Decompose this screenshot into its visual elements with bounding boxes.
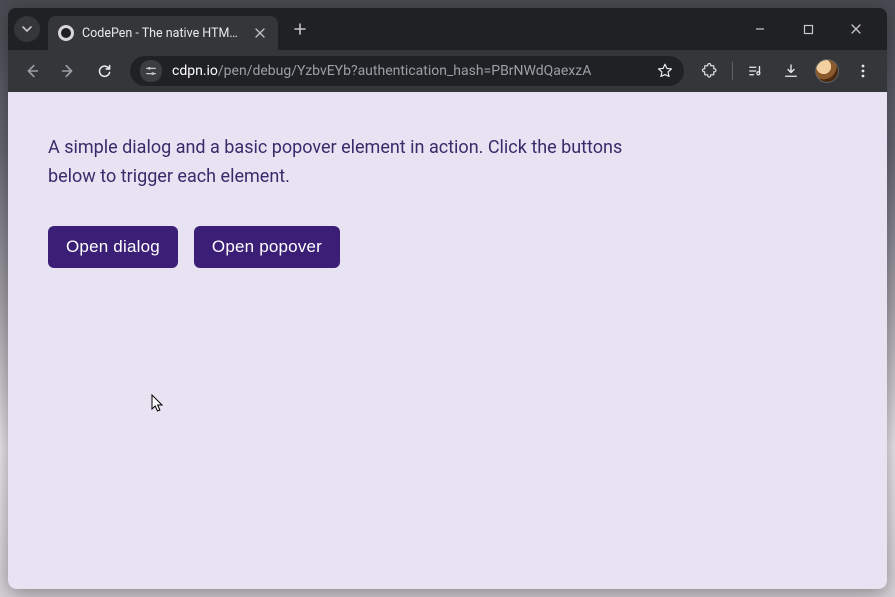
- minimize-icon: [754, 23, 766, 35]
- tab-close-button[interactable]: [252, 25, 268, 41]
- reload-icon: [96, 63, 113, 80]
- open-popover-button[interactable]: Open popover: [194, 226, 340, 268]
- browser-toolbar: cdpn.io/pen/debug/YzbvEYb?authentication…: [8, 50, 887, 92]
- plus-icon: [293, 22, 307, 36]
- puzzle-icon: [701, 62, 719, 80]
- cursor-icon: [151, 394, 165, 414]
- intro-text: A simple dialog and a basic popover elem…: [48, 134, 648, 192]
- music-icon: [746, 62, 764, 80]
- profile-button[interactable]: [811, 55, 843, 87]
- new-tab-button[interactable]: [286, 15, 314, 43]
- extensions-button[interactable]: [694, 55, 726, 87]
- url-path: /pen/debug/YzbvEYb?authentication_hash=P…: [218, 63, 591, 79]
- browser-tab[interactable]: CodePen - The native HTML5 d: [48, 16, 278, 50]
- media-control-button[interactable]: [739, 55, 771, 87]
- window-controls: [739, 14, 881, 44]
- page-viewport: A simple dialog and a basic popover elem…: [8, 92, 887, 589]
- page-body: A simple dialog and a basic popover elem…: [8, 92, 688, 310]
- open-dialog-button[interactable]: Open dialog: [48, 226, 178, 268]
- maximize-icon: [803, 24, 814, 35]
- tune-icon: [144, 64, 158, 78]
- forward-button[interactable]: [52, 55, 84, 87]
- kebab-icon: [855, 63, 871, 79]
- app-menu-button[interactable]: [847, 55, 879, 87]
- button-row: Open dialog Open popover: [48, 226, 648, 268]
- downloads-button[interactable]: [775, 55, 807, 87]
- tab-title: CodePen - The native HTML5 d: [82, 26, 244, 41]
- tabs-search-button[interactable]: [14, 16, 40, 42]
- arrow-right-icon: [59, 62, 77, 80]
- arrow-left-icon: [23, 62, 41, 80]
- window-close-button[interactable]: [835, 14, 877, 44]
- window-minimize-button[interactable]: [739, 14, 781, 44]
- close-icon: [255, 28, 265, 38]
- chevron-down-icon: [21, 23, 33, 35]
- url-host: cdpn.io: [172, 63, 218, 79]
- toolbar-separator: [732, 62, 733, 80]
- favicon-icon: [58, 25, 74, 41]
- bookmark-button[interactable]: [656, 62, 674, 80]
- star-icon: [656, 62, 674, 80]
- avatar: [815, 59, 839, 83]
- address-bar[interactable]: cdpn.io/pen/debug/YzbvEYb?authentication…: [130, 56, 684, 86]
- site-info-button[interactable]: [140, 60, 162, 82]
- close-icon: [850, 23, 862, 35]
- back-button[interactable]: [16, 55, 48, 87]
- window-maximize-button[interactable]: [787, 14, 829, 44]
- tab-strip: CodePen - The native HTML5 d: [8, 8, 887, 50]
- browser-window: CodePen - The native HTML5 d: [8, 8, 887, 589]
- url-text: cdpn.io/pen/debug/YzbvEYb?authentication…: [172, 63, 646, 79]
- download-icon: [782, 62, 800, 80]
- reload-button[interactable]: [88, 55, 120, 87]
